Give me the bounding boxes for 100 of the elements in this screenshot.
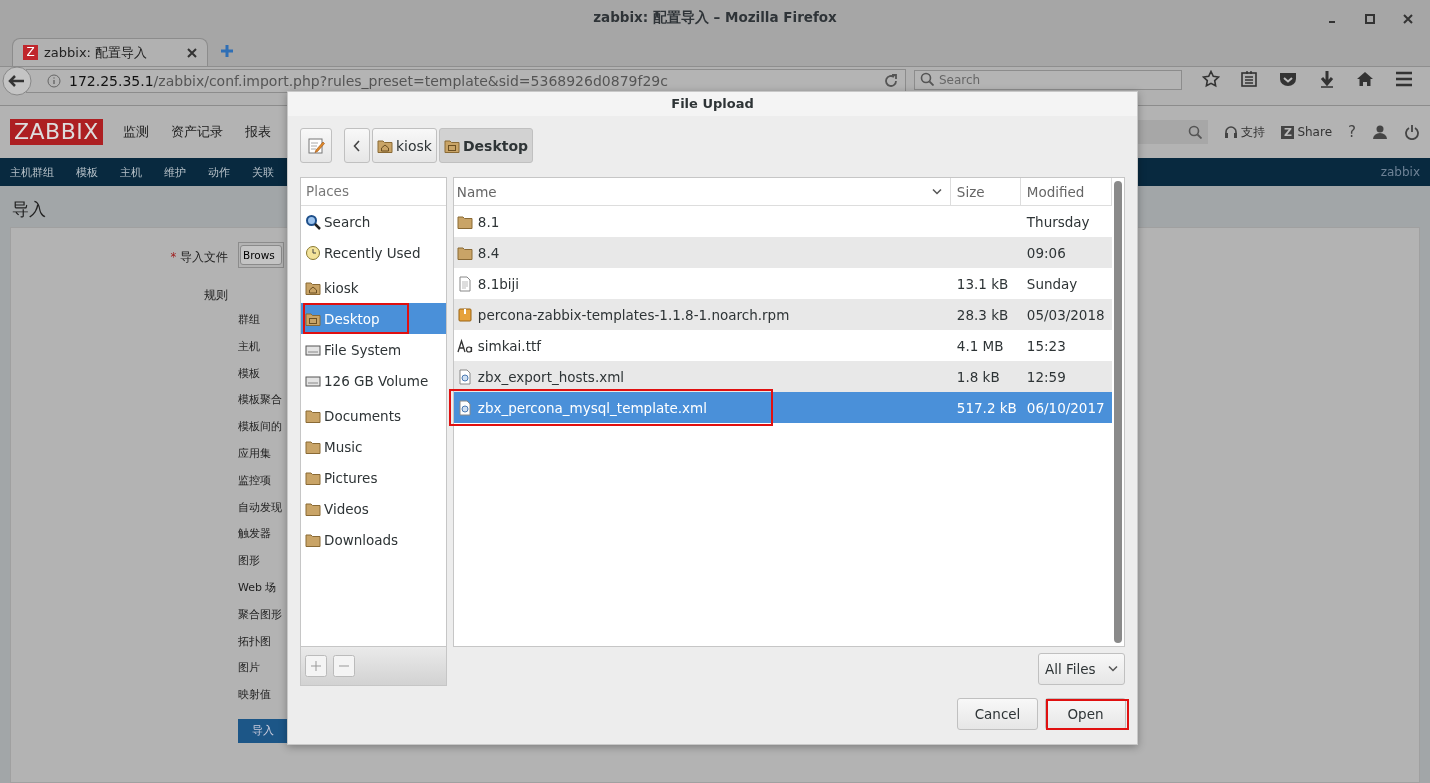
- chevron-down-icon: [931, 187, 942, 196]
- column-header[interactable]: Name: [453, 178, 951, 205]
- close-icon[interactable]: [1402, 13, 1414, 25]
- field-label: 规则: [203, 287, 228, 303]
- rule-label: 聚合图形: [238, 606, 282, 623]
- share-link[interactable]: Z Share: [1281, 125, 1333, 139]
- reload-icon[interactable]: [883, 73, 899, 89]
- folder-icon: [305, 500, 321, 517]
- server-name: zabbix: [1380, 165, 1420, 179]
- menu-item[interactable]: 监测: [122, 123, 149, 141]
- submenu-item[interactable]: 维护: [164, 164, 186, 180]
- desktop-folder-icon: [305, 310, 321, 327]
- path-button[interactable]: kiosk: [372, 128, 437, 163]
- star-icon[interactable]: [1202, 70, 1220, 88]
- file-row[interactable]: 8.4 09:06: [453, 237, 1112, 268]
- chevron-down-icon: [1108, 665, 1118, 673]
- path-button[interactable]: Desktop: [438, 128, 534, 163]
- file-date: Thursday: [1026, 213, 1090, 230]
- submenu-item[interactable]: 主机: [120, 164, 142, 180]
- rule-label: 群组: [238, 312, 260, 328]
- file-type-dropdown[interactable]: All Files: [1038, 653, 1125, 685]
- file-size: 517.2 kB: [956, 399, 1017, 416]
- file-row[interactable]: simkai.ttf 4.1 MB 15:23: [453, 330, 1112, 361]
- file-date: Sunday: [1026, 275, 1078, 292]
- rule-label: 触发器: [238, 526, 271, 543]
- back-icon[interactable]: [2, 66, 32, 96]
- search-icon: [1188, 125, 1203, 139]
- edit-location-button[interactable]: [300, 128, 332, 163]
- place-item[interactable]: Documents: [301, 400, 446, 431]
- place-item[interactable]: File System: [301, 334, 446, 365]
- document-icon: [456, 399, 473, 416]
- menu-item[interactable]: 报表: [244, 123, 271, 141]
- zabbix-logo[interactable]: ZABBIX: [10, 119, 103, 145]
- pocket-icon[interactable]: [1278, 70, 1298, 88]
- rule-label: 应用集: [238, 446, 271, 462]
- place-item[interactable]: kiosk: [301, 272, 446, 303]
- tab-title: zabbix: 配置导入: [44, 43, 149, 62]
- submenu-item[interactable]: 关联: [252, 164, 274, 180]
- import-button[interactable]: 导入: [238, 718, 287, 743]
- submenu-item[interactable]: 模板: [76, 164, 98, 180]
- download-icon[interactable]: [1318, 70, 1336, 88]
- dialog-button[interactable]: Open: [1045, 698, 1126, 730]
- search-icon: [305, 213, 321, 230]
- file-row[interactable]: zbx_export_hosts.xml 1.8 kB 12:59: [453, 361, 1112, 392]
- file-date: 06/10/2017: [1026, 399, 1105, 416]
- place-item[interactable]: Pictures: [301, 462, 446, 493]
- file-name: 8.1biji: [477, 275, 520, 292]
- rule-label: 自动发现: [238, 499, 282, 516]
- file-size: 13.1 kB: [956, 275, 1009, 292]
- file-row[interactable]: 8.1biji 13.1 kB Sunday: [453, 268, 1112, 299]
- close-icon[interactable]: [187, 47, 197, 58]
- rule-label: 监控项: [238, 472, 271, 489]
- back-button[interactable]: [344, 128, 370, 163]
- pencil-note-icon: [307, 136, 325, 155]
- file-date: 15:23: [1026, 337, 1066, 354]
- file-name: zbx_export_hosts.xml: [477, 368, 625, 385]
- file-row[interactable]: 8.1 Thursday: [453, 206, 1112, 237]
- place-item[interactable]: Recently Used: [301, 237, 446, 268]
- menu-item[interactable]: 资产记录: [170, 123, 223, 141]
- column-header[interactable]: Modified: [1020, 178, 1112, 205]
- rule-label: 模板聚合: [238, 392, 282, 409]
- rule-label: 模板: [238, 365, 260, 382]
- url-text: 172.25.35.1/zabbix/conf.import.php?rules_preset=template&sid=5368926d0879f29c: [69, 73, 669, 89]
- file-name: 8.4: [477, 244, 500, 261]
- folder-icon: [456, 244, 473, 261]
- user-icon[interactable]: [1372, 124, 1388, 140]
- field-label: * 导入文件: [169, 249, 228, 266]
- maximize-icon[interactable]: [1364, 13, 1376, 25]
- search-field[interactable]: Search: [914, 70, 1182, 90]
- file-row[interactable]: percona-zabbix-templates-1.1.8-1.noarch.rpm 28.3 kB 05/03/2018: [453, 299, 1112, 330]
- place-item[interactable]: 126 GB Volume: [301, 365, 446, 396]
- submenu-item[interactable]: 动作: [208, 164, 230, 180]
- reading-list-icon[interactable]: [1240, 70, 1258, 88]
- column-header[interactable]: Size: [950, 178, 1021, 205]
- chevron-left-icon: [353, 139, 361, 152]
- power-icon[interactable]: [1404, 124, 1420, 140]
- help-link[interactable]: ?: [1348, 123, 1356, 141]
- folder-icon: [305, 438, 321, 455]
- place-item[interactable]: Downloads: [301, 524, 446, 555]
- menu-icon[interactable]: [1394, 70, 1414, 88]
- window-title: zabbix: 配置导入 – Mozilla Firefox: [593, 8, 837, 27]
- rule-label: 模板间的: [238, 419, 282, 436]
- file-size: 1.8 kB: [956, 368, 1000, 385]
- home-icon[interactable]: [1356, 70, 1374, 88]
- file-size: 28.3 kB: [956, 306, 1009, 323]
- rule-label: 图形: [238, 553, 260, 570]
- submenu-item[interactable]: 主机群组: [10, 164, 54, 180]
- file-size: 4.1 MB: [956, 337, 1004, 354]
- support-link[interactable]: 支持: [1224, 123, 1266, 141]
- dialog-button[interactable]: Cancel: [957, 698, 1038, 730]
- scrollbar[interactable]: [1114, 181, 1122, 643]
- browser-tab[interactable]: Z zabbix: 配置导入: [12, 38, 208, 66]
- folder-icon: [305, 407, 321, 424]
- place-item[interactable]: Music: [301, 431, 446, 462]
- place-item[interactable]: Search: [301, 206, 446, 237]
- rule-label: 图片: [238, 660, 260, 677]
- share-logo: Z: [1281, 125, 1295, 139]
- rule-label: 主机: [238, 338, 260, 355]
- file-date: 05/03/2018: [1026, 306, 1105, 323]
- place-item[interactable]: Videos: [301, 493, 446, 524]
